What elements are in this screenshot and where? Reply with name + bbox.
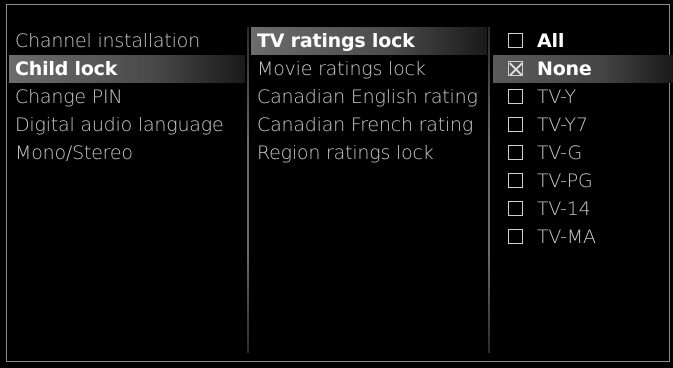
rating-label: TV-PG — [537, 170, 593, 192]
checkbox-icon[interactable] — [508, 173, 523, 188]
rating-label: TV-14 — [537, 198, 591, 220]
rating-option-tv-14[interactable]: TV-14 — [493, 195, 673, 223]
submenu-item-tv-ratings-lock[interactable]: TV ratings lock — [251, 27, 487, 55]
rating-option-tv-pg[interactable]: TV-PG — [493, 167, 673, 195]
menu-item-mono-stereo[interactable]: Mono/Stereo — [9, 139, 245, 167]
main-menu: Channel installation Child lock Change P… — [9, 27, 245, 167]
rating-option-tv-g[interactable]: TV-G — [493, 139, 673, 167]
column-divider — [247, 27, 249, 353]
rating-option-tv-y[interactable]: TV-Y — [493, 83, 673, 111]
menu-item-child-lock[interactable]: Child lock — [9, 55, 245, 83]
rating-label: None — [537, 58, 592, 80]
submenu-item-canadian-french-rating[interactable]: Canadian French rating — [251, 111, 487, 139]
menu-item-change-pin[interactable]: Change PIN — [9, 83, 245, 111]
checkbox-icon[interactable] — [508, 117, 523, 132]
rating-option-all[interactable]: All — [493, 27, 673, 55]
submenu-item-canadian-english-rating[interactable]: Canadian English rating — [251, 83, 487, 111]
tv-settings-screen: Channel installation Child lock Change P… — [6, 4, 673, 362]
rating-option-tv-ma[interactable]: TV-MA — [493, 223, 673, 251]
rating-label: TV-Y — [537, 86, 576, 108]
checkbox-icon[interactable] — [508, 201, 523, 216]
checkbox-icon[interactable] — [508, 145, 523, 160]
checkbox-icon[interactable] — [508, 229, 523, 244]
rating-option-none[interactable]: None — [493, 55, 673, 83]
menu-item-channel-installation[interactable]: Channel installation — [9, 27, 245, 55]
checkbox-checked-icon[interactable] — [508, 61, 523, 76]
menu-item-digital-audio-language[interactable]: Digital audio language — [9, 111, 245, 139]
checkbox-icon[interactable] — [508, 33, 523, 48]
child-lock-submenu: TV ratings lock Movie ratings lock Canad… — [251, 27, 487, 167]
rating-option-tv-y7[interactable]: TV-Y7 — [493, 111, 673, 139]
rating-label: TV-MA — [537, 226, 596, 248]
tv-ratings-list: All None TV-Y TV-Y7 TV-G TV-PG TV-14 TV-… — [493, 27, 673, 251]
checkbox-icon[interactable] — [508, 89, 523, 104]
submenu-item-region-ratings-lock[interactable]: Region ratings lock — [251, 139, 487, 167]
rating-label: TV-G — [537, 142, 582, 164]
rating-label: TV-Y7 — [537, 114, 588, 136]
rating-label: All — [537, 30, 565, 52]
submenu-item-movie-ratings-lock[interactable]: Movie ratings lock — [251, 55, 487, 83]
column-divider — [488, 27, 490, 353]
